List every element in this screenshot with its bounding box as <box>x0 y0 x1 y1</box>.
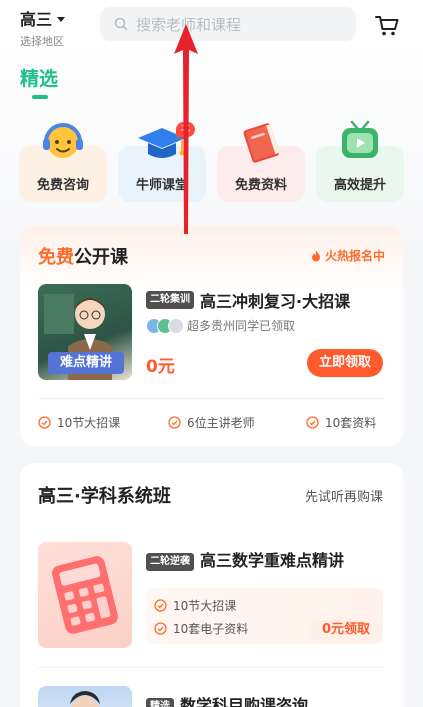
search-icon <box>114 17 128 31</box>
tab-featured[interactable]: 精选 <box>20 64 59 99</box>
claim-button[interactable]: 立即领取 <box>307 349 383 377</box>
course-cover[interactable]: 难点精讲 <box>38 284 132 380</box>
claim-button[interactable]: 0元领取 <box>309 617 383 643</box>
teacher-photo <box>70 691 100 707</box>
feature-item: 6位主讲老师 <box>168 414 255 431</box>
region-hint: 选择地区 <box>20 35 64 48</box>
section-title: 高三·学科系统班 <box>38 486 171 507</box>
section-title: 免费公开课 <box>38 247 128 268</box>
region-selector[interactable]: 高三 选择地区 <box>20 6 66 49</box>
check-circle-icon <box>168 416 181 429</box>
search-input[interactable]: 搜索老师和课程 <box>100 7 356 41</box>
feature-item: 10节大招课 <box>38 414 120 431</box>
cover-tag: 难点精讲 <box>48 352 124 374</box>
system-class-card: 高三·学科系统班 先试听再购课 二轮逆袭 高三数学重难点精讲 10节大招课 10… <box>20 463 403 707</box>
enroll-text: 超多贵州同学已领取 <box>187 319 296 333</box>
divider <box>38 667 385 668</box>
course-cover[interactable] <box>38 542 132 648</box>
trial-link[interactable]: 先试听再购课 <box>305 486 383 505</box>
course-title[interactable]: 精选 数学科目购课咨询 <box>146 692 308 707</box>
free-course-card: 免费公开课 火热报名中 难点精讲 二轮集训 高三冲刺复习·大招课 超多贵州同学已领… <box>20 226 403 446</box>
course-title[interactable]: 二轮逆袭 高三数学重难点精讲 <box>146 547 344 571</box>
feature-item: 10节大招课 <box>154 597 236 614</box>
tv-play-icon <box>342 120 378 158</box>
tab-active-indicator <box>32 95 48 99</box>
check-circle-icon <box>38 416 51 429</box>
grade-label: 高三 <box>20 10 53 29</box>
course-price: 0元 <box>146 357 175 377</box>
cart-icon[interactable] <box>373 11 401 39</box>
quick-entry-label: 免费资料 <box>234 178 287 193</box>
divider <box>38 398 385 399</box>
quick-entry-label: 免费咨询 <box>36 178 89 193</box>
calculator-icon <box>52 556 118 634</box>
feature-item: 10套资料 <box>306 414 376 431</box>
hot-enroll-tag: 火热报名中 <box>311 247 385 264</box>
quick-entry-free-consult[interactable]: 免费咨询 <box>19 118 107 204</box>
enroll-info: 超多贵州同学已领取 <box>146 317 295 334</box>
feature-item: 10套电子资料 <box>154 620 248 637</box>
caret-down-icon <box>57 16 66 22</box>
flame-icon <box>311 249 320 261</box>
course-chip: 精选 <box>146 697 174 707</box>
book-icon <box>243 123 280 163</box>
course-chip: 二轮集训 <box>146 291 194 309</box>
quick-entry-boost[interactable]: 高效提升 <box>316 118 404 204</box>
top-bar: 高三 选择地区 搜索老师和课程 <box>0 0 423 56</box>
check-circle-icon <box>154 599 167 612</box>
red-arrow-annotation <box>174 24 198 234</box>
tab-label: 精选 <box>20 68 59 90</box>
avatar <box>168 317 184 334</box>
course-cover[interactable] <box>38 686 132 707</box>
course-chip: 二轮逆袭 <box>146 552 194 571</box>
quick-entry-label: 高效提升 <box>333 178 386 193</box>
course-title[interactable]: 二轮集训 高三冲刺复习·大招课 <box>146 288 350 312</box>
avatar-group <box>146 317 184 334</box>
quick-entry-free-materials[interactable]: 免费资料 <box>217 118 305 204</box>
check-circle-icon <box>154 622 167 635</box>
headset-icon <box>43 123 83 158</box>
check-circle-icon <box>306 416 319 429</box>
